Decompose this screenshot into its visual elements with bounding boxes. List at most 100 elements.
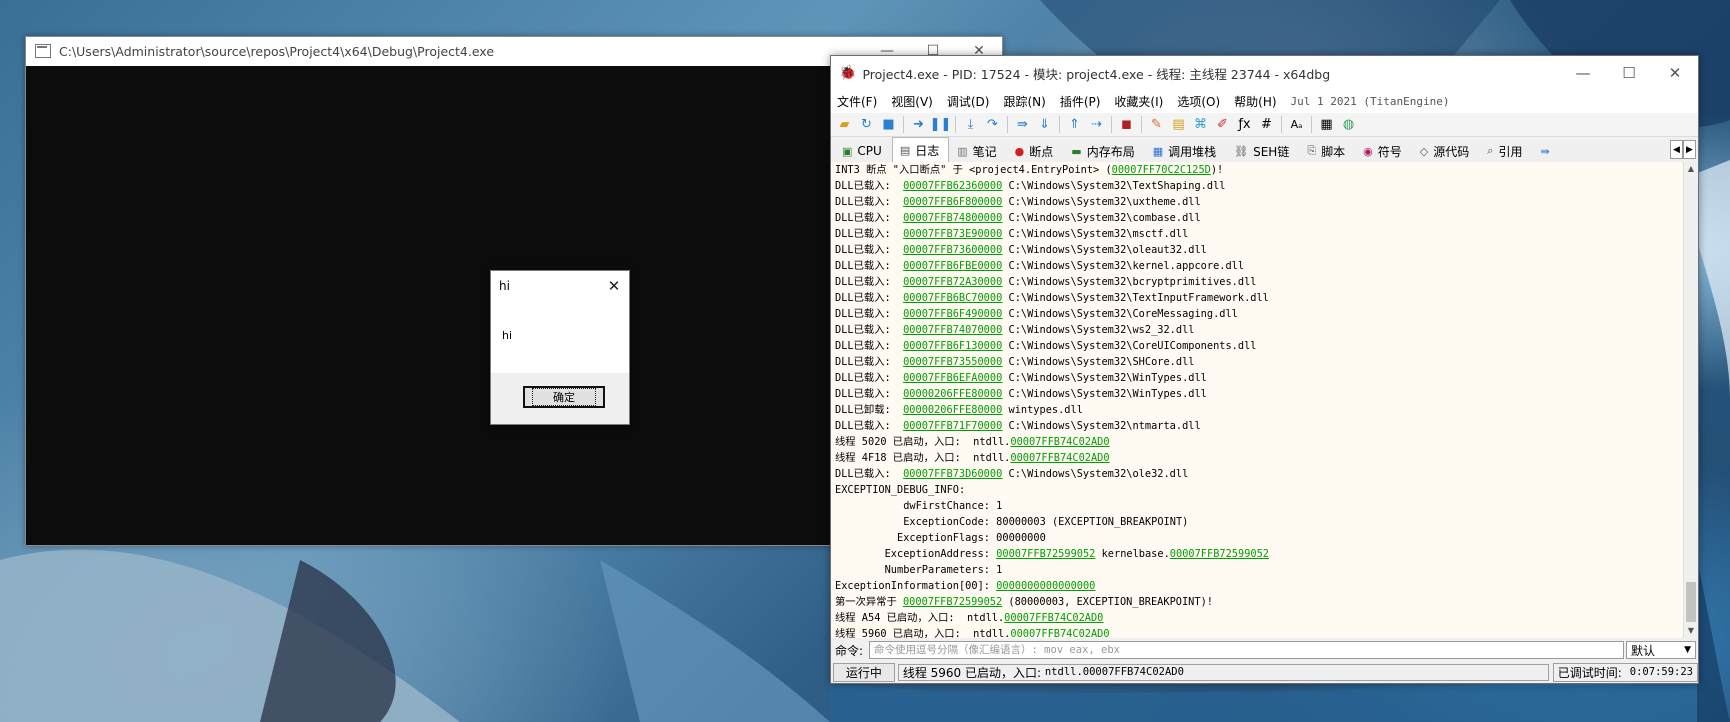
- log-address-link[interactable]: 00007FFB73E90000: [903, 228, 1002, 240]
- tab-script[interactable]: ⎘ 脚本: [1299, 139, 1355, 162]
- patch-icon[interactable]: ✎: [1147, 115, 1166, 134]
- pause-icon[interactable]: ❚❚: [930, 115, 952, 134]
- log-line[interactable]: DLL已载入: 00007FFB74070000 C:\Windows\Syst…: [831, 322, 1683, 338]
- log-line[interactable]: dwFirstChance: 1: [831, 498, 1683, 514]
- tab-notes[interactable]: ▥ 笔记: [949, 139, 1006, 162]
- log-address-link[interactable]: 00000206FFE80000: [903, 404, 1002, 416]
- step-into-icon[interactable]: ⤓: [961, 115, 980, 134]
- log-line[interactable]: DLL已载入: 00007FFB71F70000 C:\Windows\Syst…: [831, 418, 1683, 434]
- scroll-up-icon[interactable]: ▲: [1684, 162, 1698, 176]
- log-line[interactable]: 线程 5960 已启动，入口: ntdll.00007FFB74C02AD0: [831, 626, 1683, 638]
- log-address-link[interactable]: 00007FFB72A30000: [903, 276, 1002, 288]
- log-address-link[interactable]: 00007FFB73550000: [903, 356, 1002, 368]
- log-address-link[interactable]: 00007FFB72599052: [996, 548, 1095, 560]
- log-address-link[interactable]: 00000206FFE80000: [903, 388, 1002, 400]
- comments-icon[interactable]: ▤: [1169, 115, 1188, 134]
- log-line[interactable]: NumberParameters: 1: [831, 562, 1683, 578]
- log-address-link[interactable]: 00007FFB6F800000: [903, 196, 1002, 208]
- x64dbg-window[interactable]: 🐞 Project4.exe - PID: 17524 - 模块: projec…: [830, 55, 1699, 684]
- ok-button[interactable]: 确定: [523, 386, 605, 408]
- log-line[interactable]: DLL已载入: 00007FFB73600000 C:\Windows\Syst…: [831, 242, 1683, 258]
- log-scrollbar[interactable]: ▲ ▼: [1683, 162, 1698, 638]
- log-line[interactable]: DLL已载入: 00007FFB6BC70000 C:\Windows\Syst…: [831, 290, 1683, 306]
- log-line[interactable]: DLL已卸载: 00000206FFE80000 wintypes.dll: [831, 402, 1683, 418]
- tab-log[interactable]: ▤ 日志: [891, 137, 950, 162]
- log-address-link[interactable]: 00007FFB73D60000: [903, 468, 1002, 480]
- menu-help[interactable]: 帮助(H): [1234, 93, 1276, 110]
- step-over-icon[interactable]: ↷: [983, 115, 1002, 134]
- menu-options[interactable]: 选项(O): [1177, 93, 1220, 110]
- log-line[interactable]: DLL已载入: 00007FFB6EFA0000 C:\Windows\Syst…: [831, 370, 1683, 386]
- log-line[interactable]: ExceptionCode: 80000003 (EXCEPTION_BREAK…: [831, 514, 1683, 530]
- run-icon[interactable]: ➜: [909, 115, 928, 134]
- log-line[interactable]: ExceptionFlags: 00000000: [831, 530, 1683, 546]
- log-address-link[interactable]: 00007FFB72599052: [1170, 548, 1269, 560]
- tab-threads[interactable]: ⇛: [1532, 139, 1564, 162]
- run-to-user-code-icon[interactable]: ⇢: [1087, 115, 1106, 134]
- log-line[interactable]: 第一次异常于 00007FFB72599052 (80000003, EXCEP…: [831, 594, 1683, 610]
- x64dbg-titlebar[interactable]: 🐞 Project4.exe - PID: 17524 - 模块: projec…: [831, 56, 1698, 90]
- x64dbg-close-button[interactable]: ✕: [1652, 56, 1698, 90]
- log-address-link[interactable]: 00007FFB6F490000: [903, 308, 1002, 320]
- menu-plugins[interactable]: 插件(P): [1060, 93, 1101, 110]
- log-address-link[interactable]: 00007FFB72599052: [903, 596, 1002, 608]
- tab-cpu[interactable]: ▣ CPU: [834, 139, 892, 162]
- web-icon[interactable]: ◍: [1339, 115, 1358, 134]
- command-mode-select[interactable]: 默认 ▼: [1626, 641, 1696, 659]
- tab-call-stack[interactable]: ▦ 调用堆栈: [1145, 139, 1226, 162]
- hash-icon[interactable]: #: [1257, 115, 1276, 134]
- message-box-close-icon[interactable]: ✕: [599, 277, 629, 295]
- log-address-link[interactable]: 00007FFB74C02AD0: [1010, 436, 1109, 448]
- log-address-link[interactable]: 00007FFB73600000: [903, 244, 1002, 256]
- calculator-icon[interactable]: ▦: [1317, 115, 1336, 134]
- stop-icon[interactable]: ■: [879, 115, 898, 134]
- log-line[interactable]: DLL已载入: 00007FFB72A30000 C:\Windows\Syst…: [831, 274, 1683, 290]
- labels-icon[interactable]: ⌘: [1191, 115, 1210, 134]
- tab-references[interactable]: ⌕ 引用: [1479, 139, 1532, 162]
- tab-breakpoints[interactable]: ● 断点: [1007, 139, 1064, 162]
- log-line[interactable]: DLL已载入: 00007FFB6F490000 C:\Windows\Syst…: [831, 306, 1683, 322]
- execute-till-return-icon[interactable]: ⇑: [1065, 115, 1084, 134]
- log-address-link[interactable]: 00007FFB74070000: [903, 324, 1002, 336]
- log-line[interactable]: DLL已载入: 00000206FFE80000 C:\Windows\Syst…: [831, 386, 1683, 402]
- functions-icon[interactable]: ƒx: [1235, 115, 1254, 134]
- log-line[interactable]: ExceptionInformation[00]: 00000000000000…: [831, 578, 1683, 594]
- tab-source[interactable]: ◇ 源代码: [1412, 139, 1479, 162]
- log-line[interactable]: 线程 5020 已启动，入口: ntdll.00007FFB74C02AD0: [831, 434, 1683, 450]
- log-address-link[interactable]: 00007FFB71F70000: [903, 420, 1002, 432]
- log-line[interactable]: INT3 断点 "入口断点" 于 <project4.EntryPoint> (…: [831, 162, 1683, 178]
- log-line[interactable]: DLL已载入: 00007FFB6F800000 C:\Windows\Syst…: [831, 194, 1683, 210]
- tab-symbols[interactable]: ◉ 符号: [1355, 139, 1412, 162]
- message-box-titlebar[interactable]: hi ✕: [491, 271, 629, 301]
- log-address-link[interactable]: 00007FFB62360000: [903, 180, 1002, 192]
- scylla-icon[interactable]: ◼: [1117, 115, 1136, 134]
- log-line[interactable]: DLL已载入: 00007FFB74800000 C:\Windows\Syst…: [831, 210, 1683, 226]
- log-view[interactable]: INT3 断点 "入口断点" 于 <project4.EntryPoint> (…: [831, 162, 1683, 638]
- log-address-link[interactable]: 00007FFB74C02AD0: [1010, 628, 1109, 638]
- log-line[interactable]: DLL已载入: 00007FFB62360000 C:\Windows\Syst…: [831, 178, 1683, 194]
- log-line[interactable]: 线程 4F18 已启动，入口: ntdll.00007FFB74C02AD0: [831, 450, 1683, 466]
- log-address-link[interactable]: 00007FFB6FBE0000: [903, 260, 1002, 272]
- menu-file[interactable]: 文件(F): [837, 93, 877, 110]
- log-address-link[interactable]: 00007FFB6EFA0000: [903, 372, 1002, 384]
- log-address-link[interactable]: 00007FFB6F130000: [903, 340, 1002, 352]
- log-line[interactable]: DLL已载入: 00007FFB6F130000 C:\Windows\Syst…: [831, 338, 1683, 354]
- log-line[interactable]: ExceptionAddress: 00007FFB72599052 kerne…: [831, 546, 1683, 562]
- menu-trace[interactable]: 跟踪(N): [1003, 93, 1045, 110]
- tab-scroll-right-icon[interactable]: ▶: [1683, 140, 1696, 159]
- open-folder-icon[interactable]: ▰: [835, 115, 854, 134]
- log-address-link[interactable]: 00007FFB74C02AD0: [1004, 612, 1103, 624]
- x64dbg-minimize-button[interactable]: —: [1560, 56, 1606, 90]
- log-line[interactable]: DLL已载入: 00007FFB6FBE0000 C:\Windows\Syst…: [831, 258, 1683, 274]
- command-input[interactable]: [869, 641, 1624, 659]
- tab-seh-chain[interactable]: ⛓ SEH链: [1226, 139, 1299, 162]
- restart-icon[interactable]: ↻: [857, 115, 876, 134]
- scrollbar-thumb[interactable]: [1686, 582, 1696, 622]
- log-address-link[interactable]: 0000000000000000: [996, 580, 1095, 592]
- strings-icon[interactable]: Aₐ: [1287, 115, 1306, 134]
- trace-over-icon[interactable]: ⇓: [1035, 115, 1054, 134]
- log-line[interactable]: 线程 A54 已启动，入口: ntdll.00007FFB74C02AD0: [831, 610, 1683, 626]
- menu-debug[interactable]: 调试(D): [947, 93, 990, 110]
- log-address-link[interactable]: 00007FFB74C02AD0: [1010, 452, 1109, 464]
- log-address-link[interactable]: 00007FFB74800000: [903, 212, 1002, 224]
